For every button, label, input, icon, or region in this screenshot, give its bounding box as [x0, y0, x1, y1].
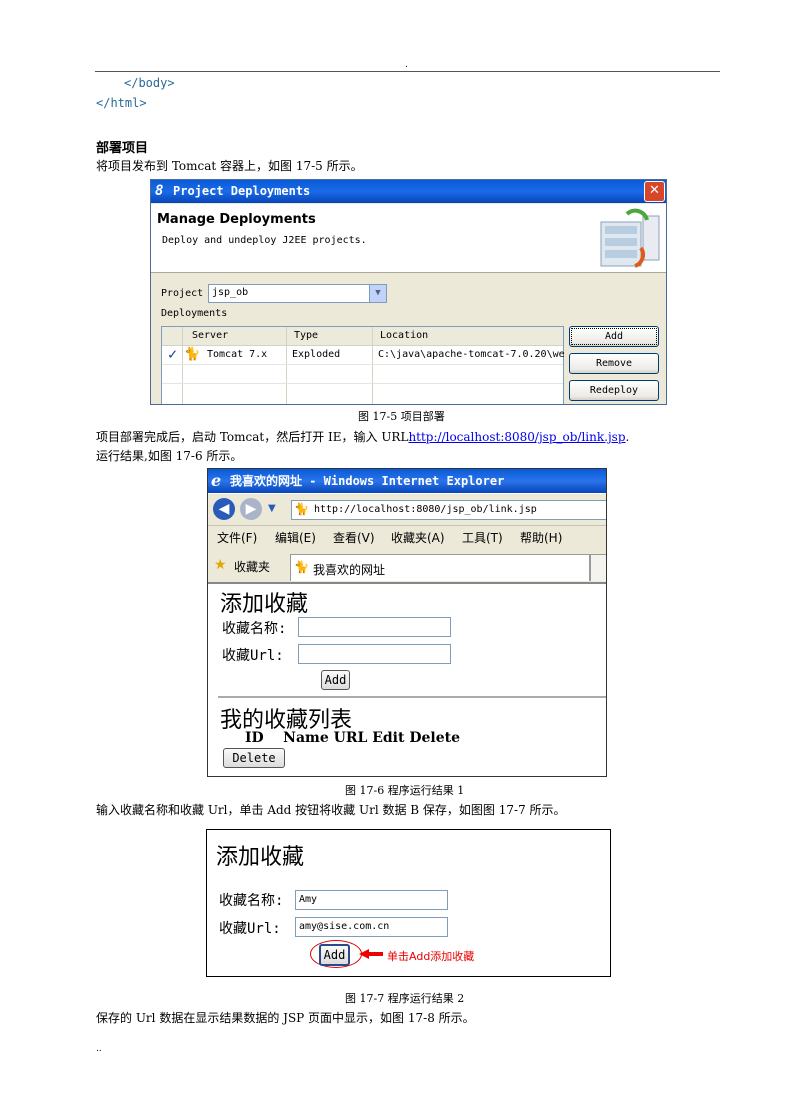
form-name-label: 收藏名称:: [219, 893, 284, 909]
column-location: Location: [380, 330, 429, 341]
menu-edit[interactable]: 编辑(E): [275, 526, 316, 550]
dialog-title: Project Deployments: [173, 184, 311, 198]
dialog-header: Manage Deployments Deploy and undeploy J…: [151, 204, 666, 273]
dialog-heading: Manage Deployments: [157, 212, 316, 227]
form-url-input[interactable]: amy@sise.com.cn: [295, 917, 448, 937]
deployments-table: Server Type Location ✓ 🐈 Tomcat 7.x Expl…: [161, 326, 565, 404]
dialog-titlebar: 8 Project Deployments ✕: [151, 180, 666, 203]
name-label: 收藏名称:: [222, 621, 287, 637]
tab-bar: ★ 收藏夹 🐈 我喜欢的网址: [208, 550, 606, 584]
paragraph-4: 输入收藏名称和收藏 Url，单击 Add 按钮将收藏 Url 数据 B 保存，如…: [96, 803, 566, 817]
localhost-link[interactable]: http://localhost:8080/jsp_ob/link.jsp: [408, 430, 625, 444]
tab-title: 我喜欢的网址: [313, 563, 386, 577]
deploy-banner-icon: [600, 208, 660, 268]
project-select[interactable]: jsp_ob ▼: [208, 284, 387, 303]
ie-window: e 我喜欢的网址 - Windows Internet Explorer ◀ ▶…: [207, 468, 607, 777]
list-columns: ID Name URL Edit Delete: [245, 730, 460, 746]
header-mark: .: [405, 60, 408, 70]
paragraph-5: 保存的 Url 数据在显示结果数据的 JSP 页面中显示，如图 17-8 所示。: [96, 1011, 475, 1025]
ie-titlebar: e 我喜欢的网址 - Windows Internet Explorer: [208, 469, 606, 493]
redeploy-button[interactable]: Redeploy: [569, 380, 659, 401]
caption-17-7: 图 17-7 程序运行结果 2: [345, 992, 465, 1005]
url-text: http://localhost:8080/jsp_ob/link.jsp: [314, 504, 537, 515]
code-line-html: </html>: [96, 96, 147, 110]
eclipse-8-icon: 8: [155, 183, 164, 199]
divider: [218, 696, 606, 698]
tab-current[interactable]: 🐈 我喜欢的网址: [290, 554, 590, 581]
star-icon: ★: [214, 557, 227, 573]
row-server[interactable]: Tomcat 7.x: [207, 349, 267, 360]
history-dropdown-icon[interactable]: ▼: [268, 503, 276, 514]
form-url-value: amy@sise.com.cn: [299, 921, 390, 932]
row-type[interactable]: Exploded: [292, 349, 340, 360]
arrow-icon: [359, 949, 383, 959]
deployments-label: Deployments: [161, 308, 228, 319]
tomcat-icon: 🐈: [184, 347, 201, 362]
form-url-label: 收藏Url:: [219, 921, 281, 937]
caption-17-5: 图 17-5 项目部署: [358, 410, 445, 423]
row-location[interactable]: C:\java\apache-tomcat-7.0.20\we: [378, 349, 565, 360]
url-input[interactable]: [298, 644, 451, 664]
menu-help[interactable]: 帮助(H): [520, 526, 562, 550]
caption-17-6: 图 17-6 程序运行结果 1: [345, 784, 465, 797]
url-field[interactable]: 🐈 http://localhost:8080/jsp_ob/link.jsp: [291, 500, 606, 520]
paragraph-1: 将项目发布到 Tomcat 容器上，如图 17-5 所示。: [96, 159, 363, 173]
project-deployments-dialog: 8 Project Deployments ✕ Manage Deploymen…: [150, 179, 667, 405]
delete-button[interactable]: Delete: [223, 748, 285, 768]
menu-favorites[interactable]: 收藏夹(A): [391, 526, 445, 550]
menu-file[interactable]: 文件(F): [217, 526, 257, 550]
dialog-subheading: Deploy and undeploy J2EE projects.: [162, 235, 367, 246]
form-name-value: Amy: [299, 894, 318, 905]
check-icon: ✓: [168, 345, 178, 363]
back-icon[interactable]: ◀: [213, 498, 235, 520]
menu-bar: 文件(F) 编辑(E) 查看(V) 收藏夹(A) 工具(T) 帮助(H): [208, 526, 606, 550]
project-label: Project: [161, 288, 204, 299]
add-favorite-form: 添加收藏 收藏名称: Amy 收藏Url: amy@sise.com.cn Ad…: [206, 829, 611, 977]
code-line-body: </body>: [124, 76, 175, 90]
tab-favicon: 🐈: [294, 560, 309, 574]
ie-title: 我喜欢的网址 - Windows Internet Explorer: [230, 474, 505, 488]
name-input[interactable]: [298, 617, 451, 637]
add-favorite-heading: 添加收藏: [220, 592, 309, 617]
close-icon[interactable]: ✕: [644, 181, 665, 202]
page-content: 添加收藏 收藏名称: 收藏Url: Add 我的收藏列表 ID Name URL…: [208, 584, 606, 776]
paragraph-3: 运行结果,如图 17-6 所示。: [96, 449, 243, 463]
address-bar: ◀ ▶ ▼ 🐈 http://localhost:8080/jsp_ob/lin…: [208, 494, 606, 526]
project-select-value: jsp_ob: [212, 287, 249, 298]
column-server: Server: [192, 330, 229, 341]
column-type: Type: [294, 330, 319, 341]
section-heading: 部署项目: [96, 141, 149, 156]
footer-mark: ..: [96, 1044, 102, 1054]
ie-logo-icon: e: [211, 471, 222, 490]
form-add-button[interactable]: Add: [319, 944, 350, 966]
annotation-text: 单击Add添加收藏: [387, 950, 475, 963]
url-label: 收藏Url:: [222, 648, 284, 664]
remove-button[interactable]: Remove: [569, 353, 659, 374]
paragraph-2-text: 项目部署完成后，启动 Tomcat，然后打开 IE，输入 URL: [96, 430, 409, 444]
form-name-input[interactable]: Amy: [295, 890, 448, 910]
menu-tools[interactable]: 工具(T): [462, 526, 503, 550]
paragraph-2: 项目部署完成后，启动 Tomcat，然后打开 IE，输入 URLhttp://l…: [96, 430, 630, 444]
form-heading: 添加收藏: [216, 845, 305, 870]
page-favicon: 🐈: [294, 502, 309, 516]
menu-view[interactable]: 查看(V): [333, 526, 375, 550]
new-tab-button[interactable]: [590, 554, 606, 581]
add-button[interactable]: Add: [569, 326, 659, 347]
forward-icon[interactable]: ▶: [240, 498, 262, 520]
favorites-button[interactable]: 收藏夹: [234, 558, 270, 575]
add-button[interactable]: Add: [321, 670, 350, 690]
chevron-down-icon[interactable]: ▼: [369, 285, 386, 302]
header-rule: [95, 71, 720, 72]
